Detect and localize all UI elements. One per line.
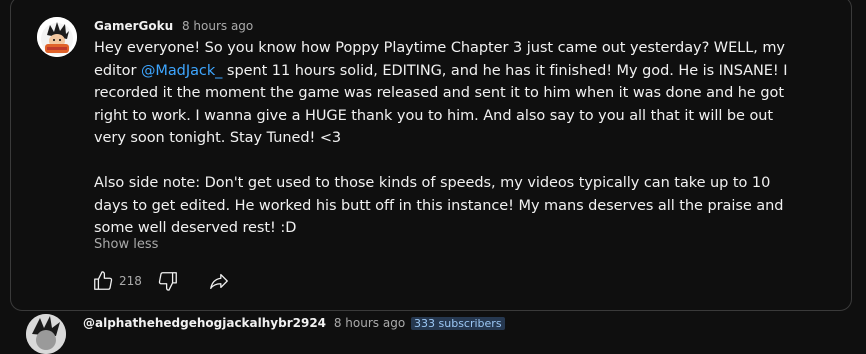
post-body: Hey everyone! So you know how Poppy Play… (94, 37, 806, 240)
hedgehog-avatar-icon (26, 314, 66, 354)
editor-mention-link[interactable]: @MadJack_ (141, 63, 222, 79)
post-paragraph-2: Also side note: Don't get used to those … (94, 175, 784, 236)
next-comment-timestamp[interactable]: 8 hours ago (334, 316, 405, 330)
next-comment-avatar[interactable] (26, 314, 66, 354)
post-action-bar: 218 (91, 269, 231, 293)
like-count: 218 (119, 274, 142, 288)
thumbs-down-icon (158, 272, 177, 291)
post-paragraph-1: Hey everyone! So you know how Poppy Play… (94, 37, 806, 150)
author-avatar[interactable] (37, 17, 77, 57)
thumbs-up-icon (94, 271, 113, 290)
post-header: GamerGoku 8 hours ago (94, 18, 253, 34)
next-comment-row: @alphathehedgehogjackalhybr2924 8 hours … (0, 313, 866, 354)
like-button[interactable] (91, 269, 115, 293)
share-button[interactable] (207, 269, 231, 293)
dislike-button[interactable] (156, 269, 180, 293)
community-post-card: GamerGoku 8 hours ago Hey everyone! So y… (10, 0, 852, 311)
next-comment-author[interactable]: @alphathehedgehogjackalhybr2924 (83, 316, 326, 330)
share-icon (210, 273, 228, 289)
subscriber-badge: 333 subscribers (411, 317, 505, 330)
author-name[interactable]: GamerGoku (94, 19, 173, 33)
post-timestamp[interactable]: 8 hours ago (182, 19, 253, 33)
goku-avatar-icon (37, 17, 77, 57)
show-less-button[interactable]: Show less (94, 237, 158, 252)
next-comment-header: @alphathehedgehogjackalhybr2924 8 hours … (83, 316, 505, 330)
